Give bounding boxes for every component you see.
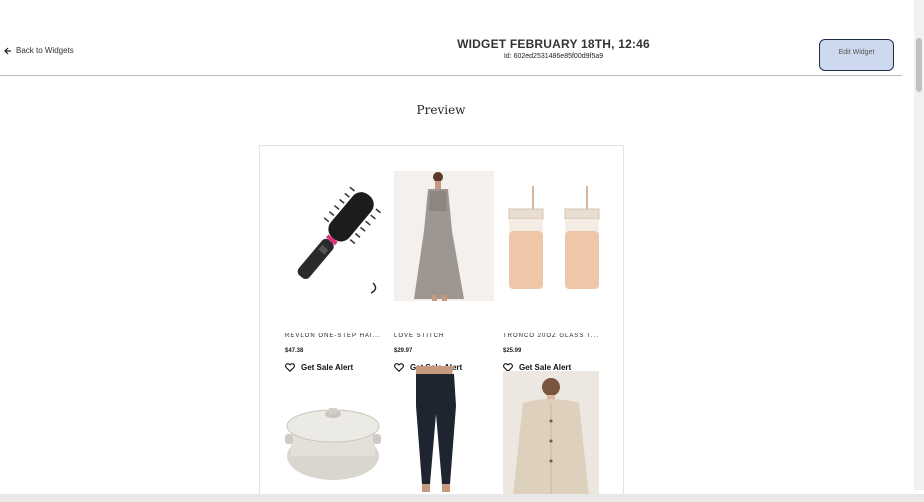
product-name: REVLON ONE-STEP HAI... — [285, 333, 381, 339]
product-item[interactable] — [503, 371, 603, 494]
preview-title: Preview — [416, 103, 466, 117]
product-item[interactable] — [394, 366, 494, 494]
dutch-oven-image — [285, 366, 385, 494]
product-price: $47.38 — [285, 348, 304, 354]
product-item[interactable]: REVLON ONE-STEP HAI... $47.38 Get Sale A… — [285, 171, 385, 381]
hair-dryer-brush-image — [285, 171, 385, 301]
back-to-widgets-link[interactable]: Back to Widgets — [4, 46, 74, 55]
product-price: $25.99 — [503, 348, 522, 354]
product-item[interactable] — [285, 366, 385, 494]
leggings-image — [394, 366, 494, 494]
product-item[interactable]: TRONCO 20OZ GLASS T... $25.99 Get Sale A… — [503, 171, 603, 381]
product-name: LOVE STITCH — [394, 333, 445, 339]
glass-tumbler-image — [503, 171, 603, 301]
product-price: $29.97 — [394, 348, 413, 354]
product-item[interactable]: LOVE STITCH $29.97 Get Sale Alert — [394, 171, 494, 381]
sherpa-jacket-image — [503, 371, 599, 494]
widget-id: Id: 602ed2531486e85f00d9f5a9 — [503, 53, 604, 60]
horizontal-scrollbar[interactable] — [0, 494, 924, 502]
arrow-left-icon — [4, 47, 11, 54]
scrollbar-thumb[interactable] — [916, 38, 922, 92]
page-header: Back to Widgets WIDGET FEBRUARY 18TH, 12… — [0, 0, 902, 76]
edit-widget-button[interactable]: Edit Widget — [819, 39, 894, 71]
back-link-label: Back to Widgets — [16, 46, 74, 55]
maxi-dress-image — [394, 171, 494, 301]
product-preview-card: REVLON ONE-STEP HAI... $47.38 Get Sale A… — [259, 145, 624, 495]
vertical-scrollbar[interactable] — [914, 0, 924, 490]
page-title: WIDGET FEBRUARY 18TH, 12:46 — [457, 37, 650, 51]
product-name: TRONCO 20OZ GLASS T... — [503, 333, 599, 339]
